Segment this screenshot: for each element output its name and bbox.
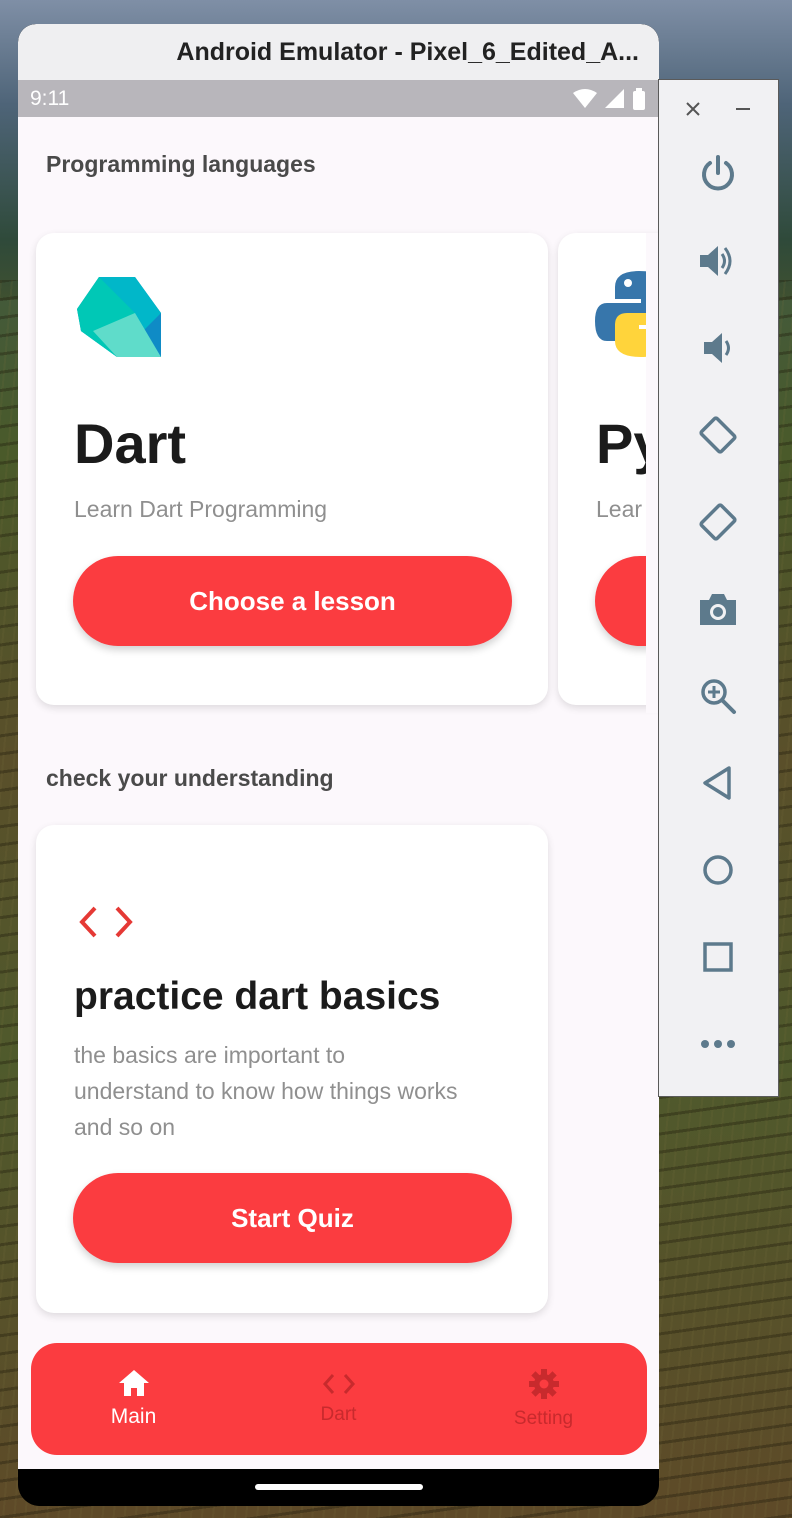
overview-button[interactable] <box>694 933 742 981</box>
nav-label-setting: Setting <box>513 1408 574 1429</box>
signal-icon <box>605 88 624 108</box>
card-subtitle: Lear <box>596 496 643 522</box>
minimize-icon[interactable] <box>736 108 750 111</box>
back-button[interactable] <box>694 759 742 807</box>
overview-icon <box>703 942 733 972</box>
rotate-right-icon <box>699 503 737 541</box>
quiz-description-line-3: and so on <box>74 1114 176 1140</box>
dart-logo-icon <box>77 277 161 357</box>
volume-up-icon <box>700 246 732 276</box>
quiz-description-line-2: understand to know how things works <box>74 1078 458 1104</box>
code-icon <box>79 906 133 938</box>
quiz-description-line-1: the basics are important to <box>74 1042 346 1068</box>
home-gesture-handle[interactable] <box>255 1484 423 1490</box>
battery-icon <box>633 87 645 110</box>
status-time: 9:11 <box>30 86 70 110</box>
nav-item-main[interactable]: Main <box>31 1343 236 1455</box>
language-card-python[interactable]: Py Lear <box>558 233 659 705</box>
screenshot-button[interactable] <box>694 585 742 633</box>
card-title: Dart <box>74 412 187 475</box>
quiz-card[interactable]: practice dart basics the basics are impo… <box>36 825 548 1313</box>
code-icon <box>322 1374 355 1394</box>
home-icon <box>703 855 733 885</box>
nav-label-main: Main <box>110 1405 157 1428</box>
emulator-window: Android Emulator - Pixel_6_Edited_A... 9… <box>18 24 659 1506</box>
nav-label-dart: Dart <box>320 1404 357 1425</box>
rotate-right-button[interactable] <box>694 498 742 546</box>
more-button[interactable] <box>694 1020 742 1068</box>
choose-lesson-button[interactable]: Choose a lesson <box>73 556 512 646</box>
power-button[interactable] <box>694 150 742 198</box>
volume-down-button[interactable] <box>694 324 742 372</box>
language-card-dart[interactable]: Dart Learn Dart Programming Choose a les… <box>36 233 548 705</box>
bottom-navigation: Main Dart Setting <box>31 1343 647 1455</box>
window-titlebar[interactable]: Android Emulator - Pixel_6_Edited_A... <box>18 24 659 80</box>
rotate-left-button[interactable] <box>694 411 742 459</box>
volume-down-icon <box>704 333 730 363</box>
power-icon <box>702 155 734 191</box>
start-quiz-button[interactable]: Start Quiz <box>73 1173 512 1263</box>
gesture-bar <box>18 1469 659 1506</box>
back-icon <box>703 766 731 800</box>
zoom-icon <box>701 679 736 714</box>
nav-item-dart[interactable]: Dart <box>236 1343 441 1455</box>
volume-up-button[interactable] <box>694 237 742 285</box>
nav-item-setting[interactable]: Setting <box>441 1343 646 1455</box>
wifi-icon <box>573 88 597 108</box>
window-title: Android Emulator - Pixel_6_Edited_A... <box>176 37 639 66</box>
more-icon <box>701 1040 735 1048</box>
home-icon <box>118 1370 149 1396</box>
home-button[interactable] <box>694 846 742 894</box>
zoom-button[interactable] <box>694 672 742 720</box>
section-title-quiz: check your understanding <box>46 765 334 791</box>
emulator-toolbar <box>658 79 779 1097</box>
toolbar-window-controls <box>659 96 780 122</box>
close-icon[interactable] <box>686 102 700 116</box>
status-icons <box>573 87 645 110</box>
android-status-bar: 9:11 <box>18 80 659 117</box>
gear-icon <box>528 1369 559 1399</box>
rotate-left-icon <box>699 416 737 454</box>
quiz-title: practice dart basics <box>74 975 441 1018</box>
section-title-languages: Programming languages <box>46 151 316 177</box>
camera-icon <box>700 594 736 625</box>
app-screen: Programming languages Dart Learn Dart Pr… <box>18 117 659 1469</box>
card-subtitle: Learn Dart Programming <box>74 496 328 522</box>
